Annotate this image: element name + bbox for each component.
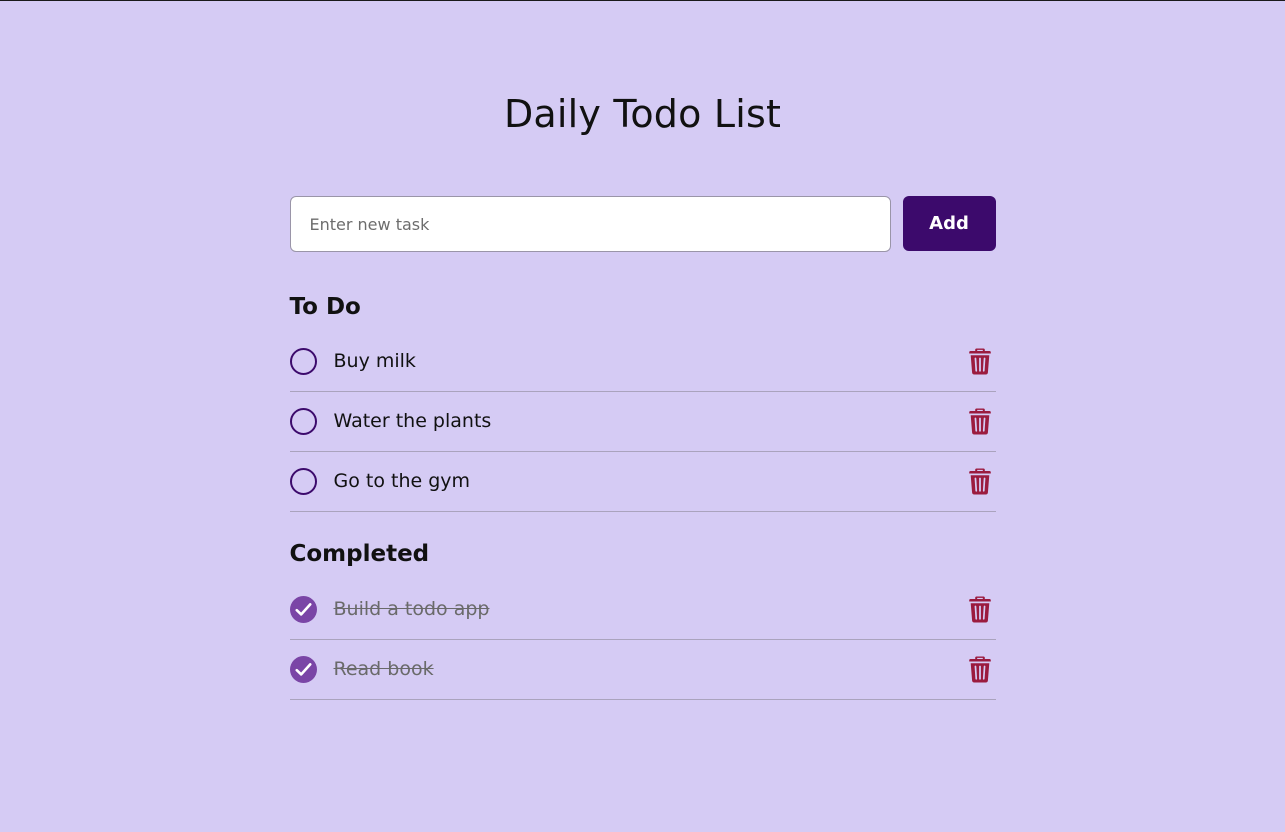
todo-section-title: To Do xyxy=(289,294,361,320)
task-text: Water the plants xyxy=(333,410,492,432)
circle-outline-icon[interactable] xyxy=(289,348,317,375)
completed-item: Build a todo app xyxy=(289,580,996,640)
completed-list: Build a todo app Read book xyxy=(289,580,996,700)
page-title: Daily Todo List xyxy=(503,92,782,136)
trash-icon[interactable] xyxy=(968,348,991,375)
trash-icon[interactable] xyxy=(968,656,991,683)
completed-item: Read book xyxy=(289,640,996,700)
todo-app: Daily Todo List Add To Do Buy milk Water… xyxy=(289,1,996,700)
todo-item: Buy milk xyxy=(289,332,996,392)
task-text: Read book xyxy=(333,658,434,680)
trash-icon[interactable] xyxy=(968,596,991,623)
completed-section-title: Completed xyxy=(289,541,430,567)
todo-list: Buy milk Water the plants Go to the gym xyxy=(289,332,996,512)
add-task-form: Add xyxy=(289,196,996,252)
new-task-input[interactable] xyxy=(289,196,891,252)
trash-icon[interactable] xyxy=(968,408,991,435)
todo-item: Go to the gym xyxy=(289,452,996,512)
check-circle-icon[interactable] xyxy=(289,596,317,623)
add-button[interactable]: Add xyxy=(902,196,996,251)
trash-icon[interactable] xyxy=(968,468,991,495)
circle-outline-icon[interactable] xyxy=(289,468,317,495)
task-text: Buy milk xyxy=(333,350,416,372)
task-text: Go to the gym xyxy=(333,470,471,492)
todo-item: Water the plants xyxy=(289,392,996,452)
check-circle-icon[interactable] xyxy=(289,656,317,683)
circle-outline-icon[interactable] xyxy=(289,408,317,435)
task-text: Build a todo app xyxy=(333,598,490,620)
